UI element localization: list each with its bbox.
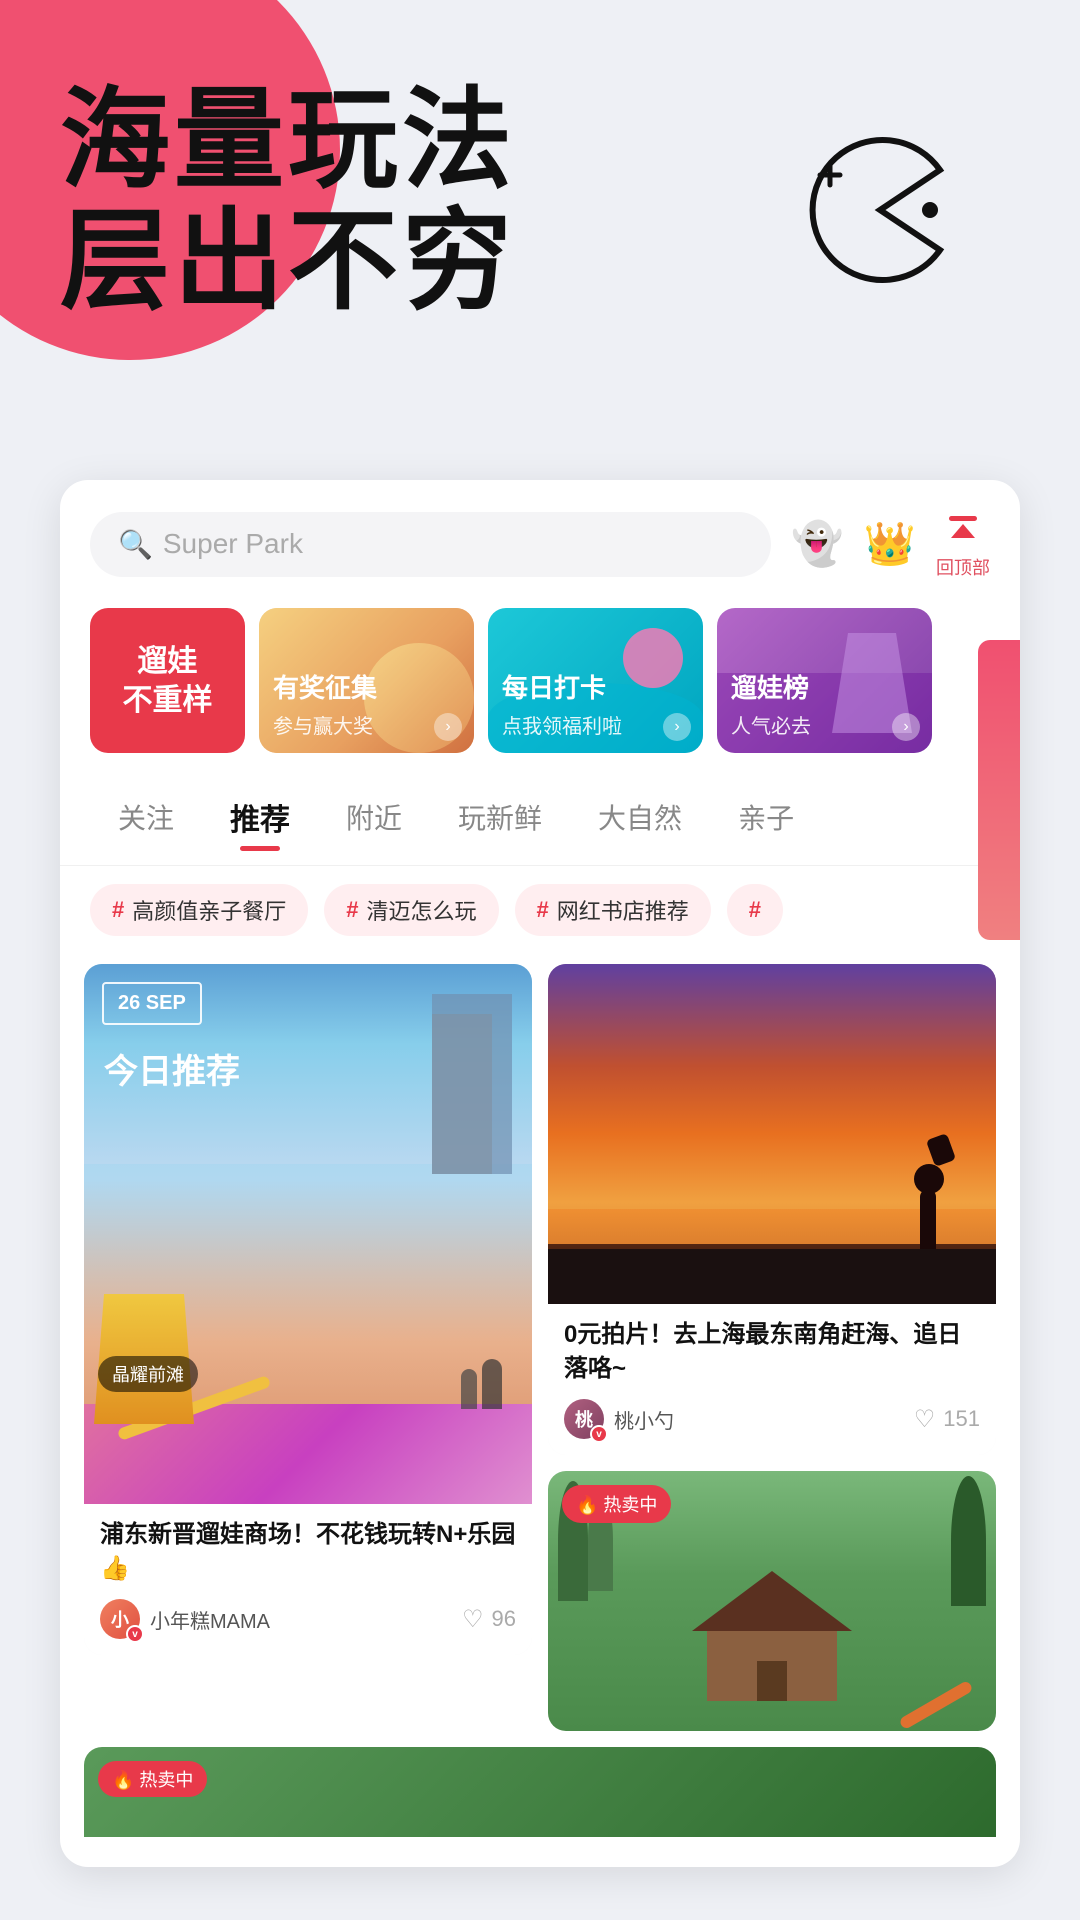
banner-photo-subtitle: 参与赢大奖 <box>273 710 460 739</box>
card-right-top-footer: 桃 v 桃小勺 ♡ 151 <box>564 1399 980 1439</box>
card-right-top-image <box>548 964 996 1304</box>
bottom-teaser-bg <box>84 1747 996 1837</box>
banner-card-photo[interactable]: 有奖征集 参与赢大奖 › <box>259 608 474 753</box>
teaser-hot-badge: 🔥 热卖中 <box>98 1761 207 1797</box>
tags-row: # 高颜值亲子餐厅 # 清迈怎么玩 # 网红书店推荐 # <box>60 866 1020 950</box>
hero-section: 海量玩法 层出不穷 <box>0 0 1080 480</box>
card-left-likes: ♡ 96 <box>462 1605 516 1634</box>
tag-restaurant-text: 高颜值亲子餐厅 <box>132 894 286 926</box>
heart-icon-right-top: ♡ <box>914 1405 936 1434</box>
right-top-bg <box>548 964 996 1304</box>
banner-blue-overlay: 每日打卡 点我领福利啦 <box>502 672 689 739</box>
tab-follow[interactable]: 关注 <box>90 785 202 849</box>
today-text: 今日推荐 <box>104 1053 240 1091</box>
cabin-house <box>692 1571 852 1701</box>
sunset-ground <box>548 1244 996 1304</box>
tag-chiangmai[interactable]: # 清迈怎么玩 <box>324 884 498 936</box>
search-bar-row: 🔍 Super Park 👻 👑 回顶部 <box>60 480 1020 598</box>
card-right-top-like-count: 151 <box>943 1406 980 1432</box>
banner-blue-arrow[interactable]: › <box>663 713 691 741</box>
card-right-top-title: 0元拍片！去上海最东南角赶海、追日落咯~ <box>564 1318 980 1385</box>
banner-red-label: 遛娃不重样 <box>123 642 213 720</box>
heart-icon-left: ♡ <box>462 1605 484 1634</box>
today-label: 今日推荐 <box>104 1044 240 1093</box>
card-right-top-likes: ♡ 151 <box>914 1405 980 1434</box>
hero-text-block: 海量玩法 层出不穷 <box>60 80 516 322</box>
tag-more[interactable]: # <box>727 884 783 936</box>
banner-photo-title: 有奖征集 <box>273 672 460 706</box>
tag-hash-icon2: # <box>346 897 358 923</box>
search-input[interactable]: 🔍 Super Park <box>90 512 771 577</box>
card-right-bottom-image: 🔥 热卖中 <box>548 1471 996 1731</box>
card-right-bottom[interactable]: 🔥 热卖中 <box>548 1471 996 1731</box>
hero-line1: 海量玩法 <box>60 80 516 201</box>
banner-photo-overlay: 有奖征集 参与赢大奖 <box>273 672 460 739</box>
banner-purple-arrow[interactable]: › <box>892 713 920 741</box>
tab-nearby[interactable]: 附近 <box>318 785 430 849</box>
banner-card-blue[interactable]: 每日打卡 点我领福利啦 › <box>488 608 703 753</box>
app-card: 🔍 Super Park 👻 👑 回顶部 遛娃不重样 <box>60 480 1020 1867</box>
card-right-top[interactable]: 0元拍片！去上海最东南角赶海、追日落咯~ 桃 v 桃小勺 ♡ 151 <box>548 964 996 1455</box>
left-card-bg: 26 SEP 今日推荐 晶耀前滩 <box>84 964 532 1504</box>
banner-blue-subtitle: 点我领福利啦 <box>502 710 689 739</box>
tab-family[interactable]: 亲子 <box>710 785 822 849</box>
card-right-top-author: 桃 v 桃小勺 <box>564 1399 674 1439</box>
card-right-top-avatar: 桃 v <box>564 1399 604 1439</box>
ghost-emoji: 👻 <box>791 520 843 569</box>
tab-fresh[interactable]: 玩新鲜 <box>430 785 570 849</box>
search-icon: 🔍 <box>118 528 153 561</box>
back-top-button[interactable]: 回顶部 <box>936 508 990 580</box>
ghost-icon-item[interactable]: 👻 <box>791 520 843 569</box>
banner-purple-overlay: 遛娃榜 人气必去 <box>731 672 918 739</box>
card-right-top-info: 0元拍片！去上海最东南角赶海、追日落咯~ 桃 v 桃小勺 ♡ 151 <box>548 1304 996 1455</box>
tag-hash-icon4: # <box>749 897 761 923</box>
tag-hash-icon: # <box>112 897 124 923</box>
tab-recommend[interactable]: 推荐 <box>202 783 318 851</box>
search-placeholder: Super Park <box>163 528 303 560</box>
verified-badge: v <box>126 1625 144 1643</box>
location-badge: 晶耀前滩 <box>98 1356 198 1392</box>
tag-chiangmai-text: 清迈怎么玩 <box>367 894 477 926</box>
tab-nature[interactable]: 大自然 <box>570 785 710 849</box>
tabs-row: 关注 推荐 附近 玩新鲜 大自然 亲子 <box>60 773 1020 866</box>
cabin-body <box>707 1631 837 1701</box>
card-left-main[interactable]: 26 SEP 今日推荐 晶耀前滩 浦东新晋遛娃商场！不花钱玩转N+乐园 👍 <box>84 964 532 1655</box>
tag-hash-icon3: # <box>537 897 549 923</box>
date-month: 26 SEP <box>118 992 186 1015</box>
content-col-right: 0元拍片！去上海最东南角赶海、追日落咯~ 桃 v 桃小勺 ♡ 151 <box>548 964 996 1731</box>
card-left-author: 小 v 小年糕MAMA <box>100 1599 270 1639</box>
banner-purple-subtitle: 人气必去 <box>731 710 918 739</box>
content-col-left: 26 SEP 今日推荐 晶耀前滩 浦东新晋遛娃商场！不花钱玩转N+乐园 👍 <box>84 964 532 1731</box>
banner-row: 遛娃不重样 有奖征集 参与赢大奖 › 每日打卡 点我领福利啦 › <box>60 598 1020 773</box>
content-grid: 26 SEP 今日推荐 晶耀前滩 浦东新晋遛娃商场！不花钱玩转N+乐园 👍 <box>60 950 1020 1731</box>
card-right-top-author-name: 桃小勺 <box>614 1405 674 1434</box>
crown-emoji: 👑 <box>864 520 916 569</box>
card-left-avatar: 小 v <box>100 1599 140 1639</box>
back-top-icon <box>941 508 985 552</box>
tag-bookstore-text: 网红书店推荐 <box>557 894 689 926</box>
card-left-like-count: 96 <box>492 1606 516 1632</box>
card-left-info: 浦东新晋遛娃商场！不花钱玩转N+乐园 👍 小 v 小年糕MAMA ♡ 96 <box>84 1504 532 1655</box>
tag-bookstore[interactable]: # 网红书店推荐 <box>515 884 711 936</box>
card-left-image: 26 SEP 今日推荐 晶耀前滩 <box>84 964 532 1504</box>
right-accent-strip <box>978 640 1020 940</box>
banner-photo-arrow[interactable]: › <box>434 713 462 741</box>
verified-badge-right: v <box>590 1425 608 1443</box>
banner-card-red[interactable]: 遛娃不重样 <box>90 608 245 753</box>
banner-card-purple[interactable]: 遛娃榜 人气必去 › <box>717 608 932 753</box>
tag-restaurant[interactable]: # 高颜值亲子餐厅 <box>90 884 308 936</box>
hero-line2: 层出不穷 <box>60 201 516 322</box>
card-left-author-name: 小年糕MAMA <box>150 1605 270 1634</box>
crown-icon-item[interactable]: 👑 <box>864 520 916 569</box>
banner-blue-title: 每日打卡 <box>502 672 689 706</box>
card-left-footer: 小 v 小年糕MAMA ♡ 96 <box>100 1599 516 1639</box>
date-label: 26 SEP <box>102 982 202 1025</box>
card-left-title: 浦东新晋遛娃商场！不花钱玩转N+乐园 👍 <box>100 1518 516 1585</box>
banner-purple-title: 遛娃榜 <box>731 672 918 706</box>
bottom-teaser-card[interactable]: 🔥 热卖中 <box>84 1747 996 1837</box>
pacman-icon <box>800 130 960 290</box>
hot-badge: 🔥 热卖中 <box>562 1485 671 1523</box>
back-top-label: 回顶部 <box>936 554 990 580</box>
cabin-roof <box>692 1571 852 1631</box>
